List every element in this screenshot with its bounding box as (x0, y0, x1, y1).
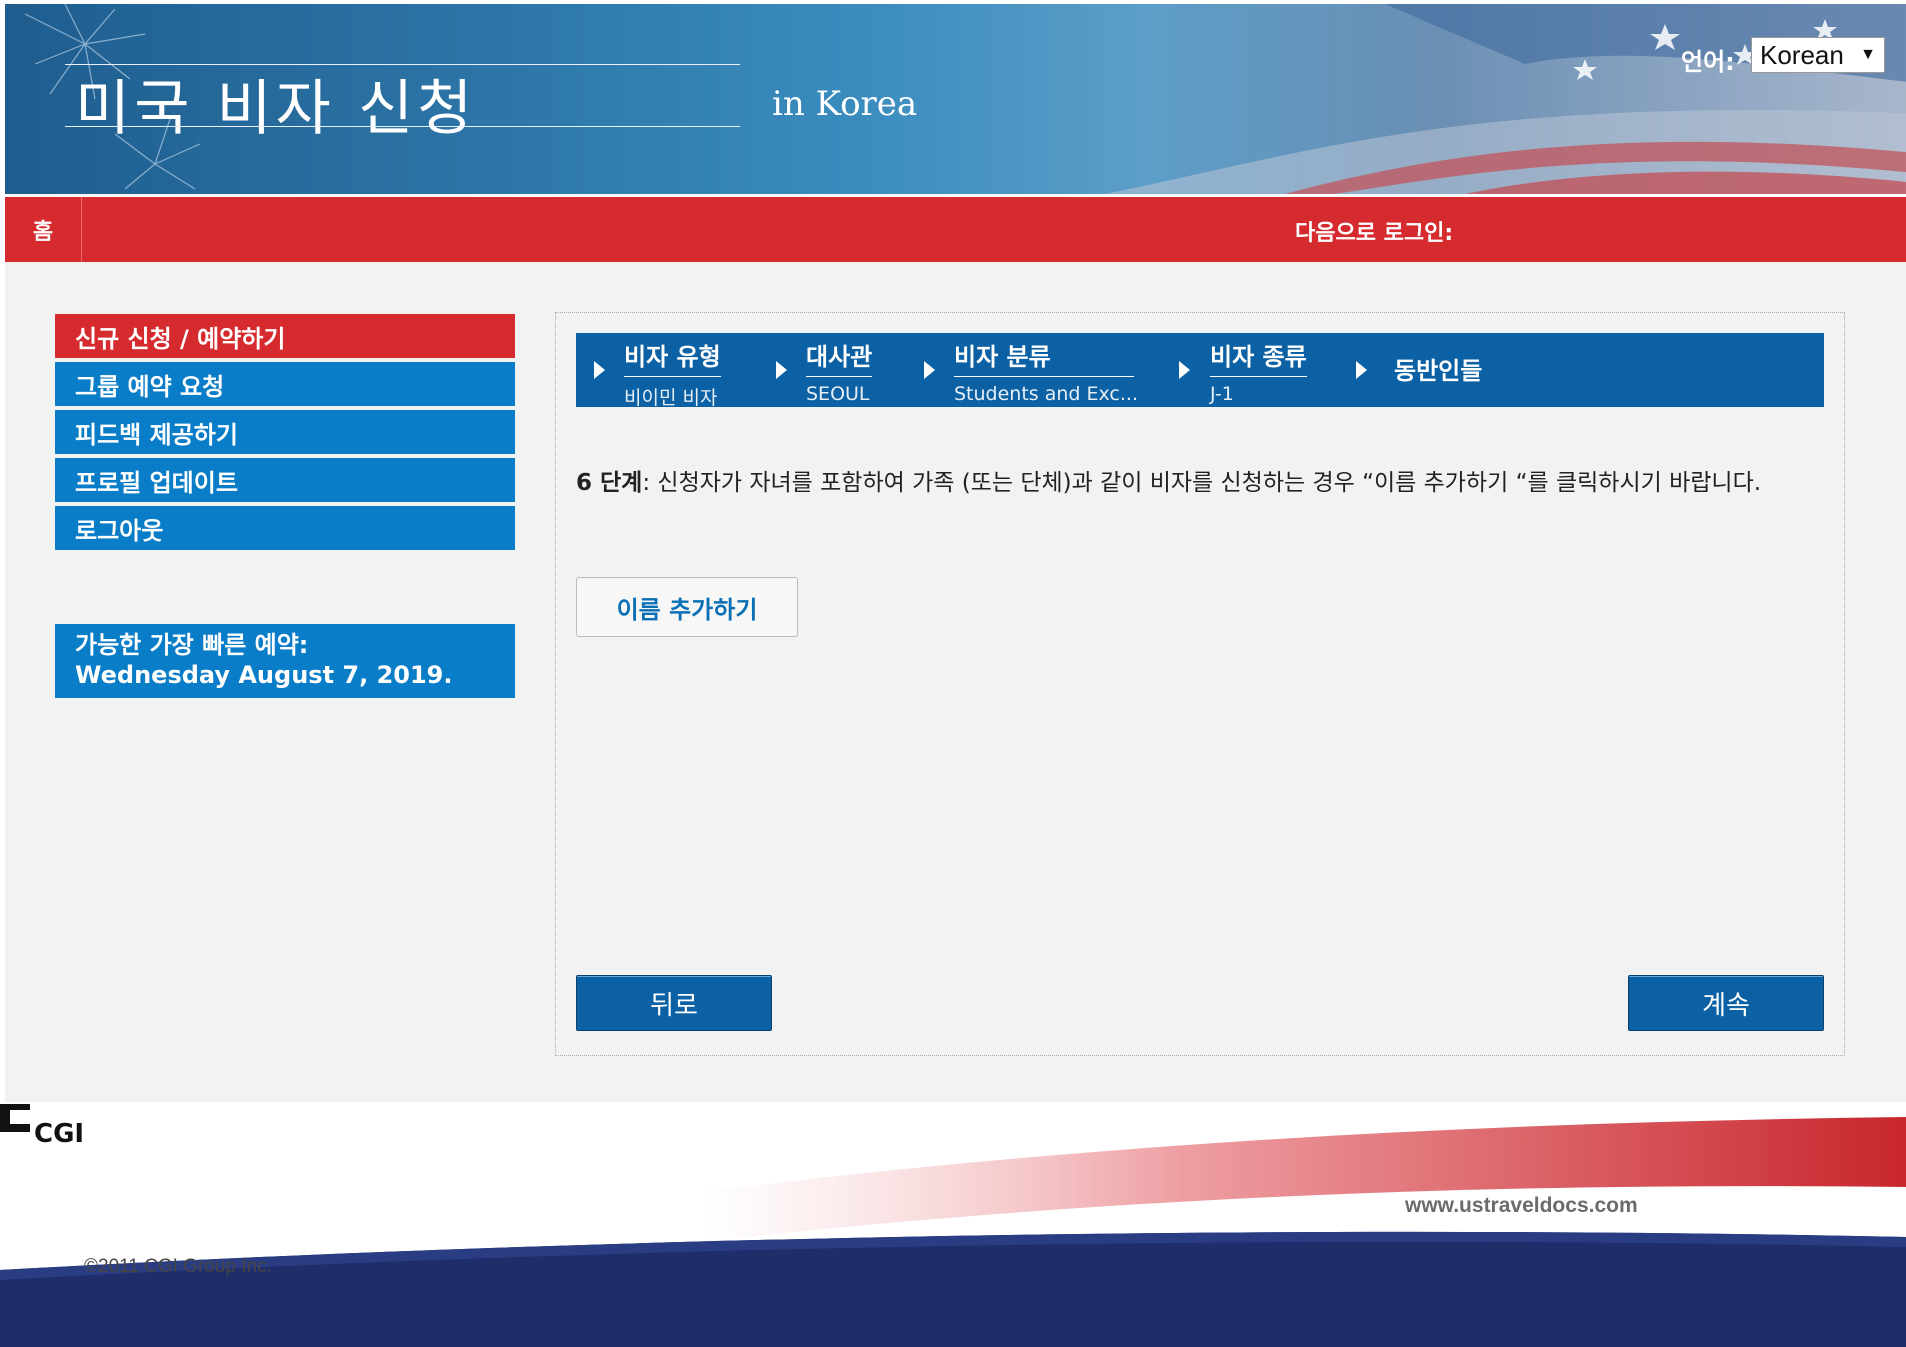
step-instruction-text: : 신청자가 자녀를 포함하여 가족 (또는 단체)과 같이 비자를 신청하는 … (642, 470, 1762, 496)
step-title: 비자 종류 (1210, 337, 1307, 377)
copyright-text: ©2011 CGI Group Inc. (84, 1256, 272, 1277)
step-visa-class: 비자 종류 J-1 (1210, 337, 1307, 405)
step-title: 비자 유형 (624, 337, 721, 377)
earliest-appointment-box: 가능한 가장 빠른 예약: Wednesday August 7, 2019. (55, 624, 515, 698)
language-label: 언어: (1681, 48, 1735, 76)
chevron-down-icon: ▼ (1860, 46, 1876, 63)
footer-url-link[interactable]: www.ustraveldocs.com (1405, 1194, 1638, 1218)
flag-graphic (1105, 4, 1906, 194)
language-select[interactable]: Korean ▼ (1751, 37, 1885, 73)
language-selected-value: Korean (1760, 39, 1844, 70)
title-rule-bottom (65, 126, 740, 127)
step-title: 비자 분류 (954, 337, 1134, 377)
sidebar-item-logout[interactable]: 로그아웃 (55, 506, 515, 550)
step-title: 대사관 (806, 337, 873, 377)
header-banner: 미국 비자 신청 in Korea 언어: Korean ▼ (5, 4, 1906, 194)
step-arrow-icon (924, 361, 935, 379)
step-embassy: 대사관 SEOUL (806, 337, 873, 405)
add-name-button[interactable]: 이름 추가하기 (576, 577, 798, 637)
step-arrow-icon (594, 361, 605, 379)
nav-bar: 홈 다음으로 로그인: (5, 197, 1906, 262)
earliest-appointment-label: 가능한 가장 빠른 예약: (75, 631, 309, 659)
cgi-logo-text: CGI (34, 1119, 84, 1146)
step-title: 동반인들 (1394, 357, 1483, 385)
step-companions: 동반인들 (1394, 337, 1482, 390)
step-number-label: 6 단계 (576, 470, 643, 496)
footer: CGI ©2011 CGI Group Inc. www.ustraveldoc… (0, 1102, 1906, 1347)
sidebar-item-feedback[interactable]: 피드백 제공하기 (55, 410, 515, 454)
main-content: 신규 신청 / 예약하기 그룹 예약 요청 피드백 제공하기 프로필 업데이트 … (5, 262, 1906, 1102)
footer-wave-graphic (0, 1117, 1906, 1347)
step-arrow-icon (776, 361, 787, 379)
back-button[interactable]: 뒤로 (576, 975, 772, 1031)
step-value: J-1 (1210, 383, 1234, 405)
sidebar-menu: 신규 신청 / 예약하기 그룹 예약 요청 피드백 제공하기 프로필 업데이트 … (55, 314, 515, 554)
step-arrow-icon (1179, 361, 1190, 379)
cgi-logo: CGI (0, 1104, 84, 1146)
progress-steps: 비자 유형 비이민 비자 대사관 SEOUL 비자 분류 Students an… (576, 333, 1824, 410)
site-title: 미국 비자 신청 (75, 74, 477, 144)
continue-button[interactable]: 계속 (1628, 975, 1824, 1031)
home-link[interactable]: 홈 (5, 197, 82, 262)
step-visa-category: 비자 분류 Students and Exc... (954, 337, 1138, 405)
sidebar-item-group-appointment[interactable]: 그룹 예약 요청 (55, 362, 515, 406)
site-subtitle: in Korea (772, 84, 918, 124)
step-value: 비이민 비자 (624, 387, 718, 409)
sidebar-item-update-profile[interactable]: 프로필 업데이트 (55, 458, 515, 502)
sidebar-item-new-application[interactable]: 신규 신청 / 예약하기 (55, 314, 515, 358)
step-arrow-icon (1356, 361, 1367, 379)
step-value: Students and Exc... (954, 383, 1138, 405)
step-visa-type: 비자 유형 비이민 비자 (624, 337, 721, 410)
step-value: SEOUL (806, 383, 870, 405)
earliest-appointment-date: Wednesday August 7, 2019. (75, 661, 453, 689)
step-instruction: 6 단계: 신청자가 자녀를 포함하여 가족 (또는 단체)과 같이 비자를 신… (576, 465, 1826, 501)
application-panel: 비자 유형 비이민 비자 대사관 SEOUL 비자 분류 Students an… (555, 312, 1845, 1056)
logged-in-as-label: 다음으로 로그인: (1295, 221, 1454, 246)
